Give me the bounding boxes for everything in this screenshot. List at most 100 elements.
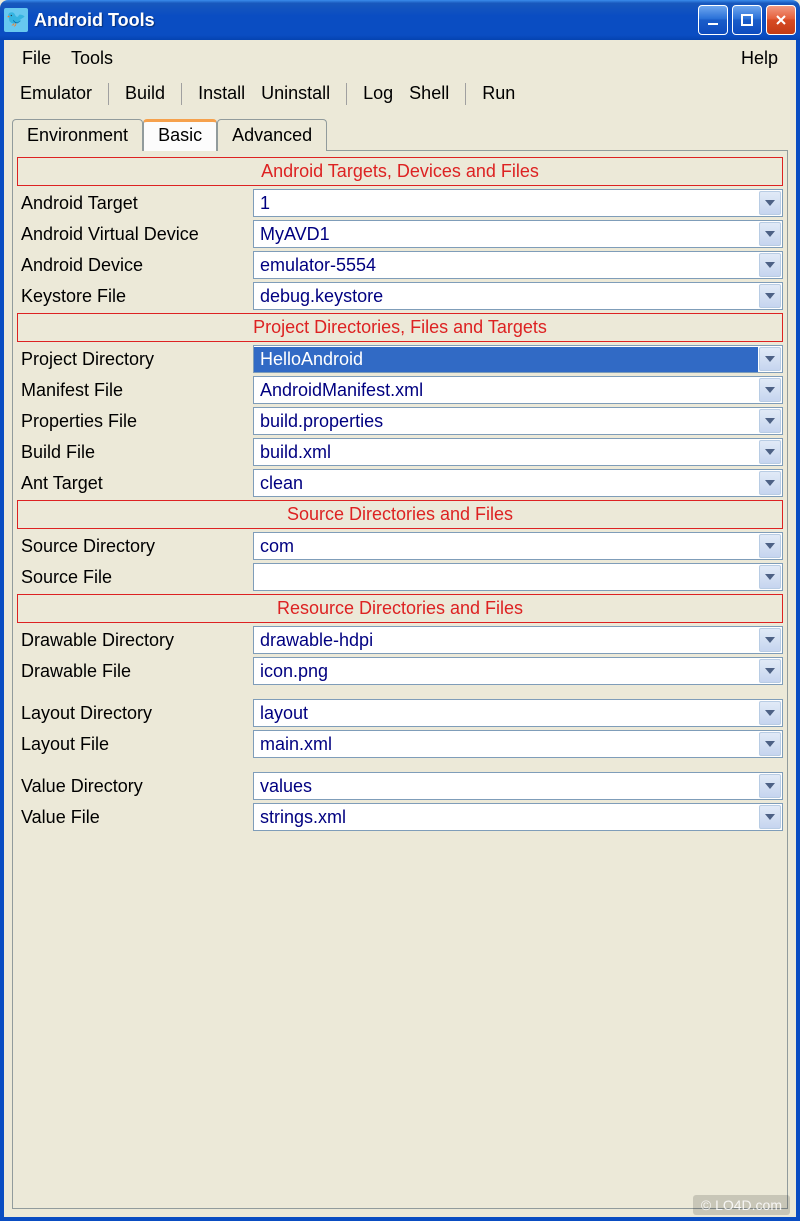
combobox[interactable]: HelloAndroid (253, 345, 783, 373)
combobox-value: emulator-5554 (254, 253, 758, 278)
field-label: Drawable Directory (17, 630, 253, 651)
separator (108, 83, 109, 105)
chevron-down-icon[interactable] (759, 565, 781, 589)
form-row: Value Filestrings.xml (17, 803, 783, 831)
chevron-down-icon[interactable] (759, 659, 781, 683)
combobox-value: AndroidManifest.xml (254, 378, 758, 403)
field-label: Value Directory (17, 776, 253, 797)
form-row: Build Filebuild.xml (17, 438, 783, 466)
form-row: Drawable Fileicon.png (17, 657, 783, 685)
combobox[interactable]: clean (253, 469, 783, 497)
form-row: Properties Filebuild.properties (17, 407, 783, 435)
tab-environment[interactable]: Environment (12, 119, 143, 151)
toolbar: Emulator Build Install Uninstall Log She… (4, 75, 796, 112)
field-label: Properties File (17, 411, 253, 432)
toolbar-uninstall[interactable]: Uninstall (255, 81, 336, 106)
toolbar-install[interactable]: Install (192, 81, 251, 106)
combobox[interactable]: strings.xml (253, 803, 783, 831)
combobox-value: main.xml (254, 732, 758, 757)
toolbar-emulator[interactable]: Emulator (14, 81, 98, 106)
menubar: File Tools Help (4, 40, 796, 75)
chevron-down-icon[interactable] (759, 774, 781, 798)
field-label: Android Device (17, 255, 253, 276)
separator (465, 83, 466, 105)
minimize-button[interactable] (698, 5, 728, 35)
chevron-down-icon[interactable] (759, 732, 781, 756)
tab-basic[interactable]: Basic (143, 119, 217, 151)
combobox-value: com (254, 534, 758, 559)
field-label: Layout Directory (17, 703, 253, 724)
field-label: Value File (17, 807, 253, 828)
section-header: Android Targets, Devices and Files (17, 157, 783, 186)
combobox-value: debug.keystore (254, 284, 758, 309)
tab-advanced[interactable]: Advanced (217, 119, 327, 151)
combobox-value: values (254, 774, 758, 799)
section-header: Resource Directories and Files (17, 594, 783, 623)
form-row: Manifest FileAndroidManifest.xml (17, 376, 783, 404)
field-label: Ant Target (17, 473, 253, 494)
combobox[interactable]: build.properties (253, 407, 783, 435)
combobox-value: 1 (254, 191, 758, 216)
field-label: Source File (17, 567, 253, 588)
form-row: Drawable Directorydrawable-hdpi (17, 626, 783, 654)
chevron-down-icon[interactable] (759, 471, 781, 495)
section-header: Project Directories, Files and Targets (17, 313, 783, 342)
combobox[interactable]: icon.png (253, 657, 783, 685)
combobox[interactable]: 1 (253, 189, 783, 217)
combobox[interactable]: layout (253, 699, 783, 727)
combobox[interactable]: debug.keystore (253, 282, 783, 310)
menu-help[interactable]: Help (731, 46, 788, 71)
combobox[interactable]: emulator-5554 (253, 251, 783, 279)
toolbar-build[interactable]: Build (119, 81, 171, 106)
combobox[interactable]: build.xml (253, 438, 783, 466)
chevron-down-icon[interactable] (759, 805, 781, 829)
maximize-button[interactable] (732, 5, 762, 35)
field-label: Android Target (17, 193, 253, 214)
form-row: Ant Targetclean (17, 469, 783, 497)
combobox[interactable]: main.xml (253, 730, 783, 758)
form-row: Project DirectoryHelloAndroid (17, 345, 783, 373)
form-row: Source File (17, 563, 783, 591)
toolbar-shell[interactable]: Shell (403, 81, 455, 106)
toolbar-run[interactable]: Run (476, 81, 521, 106)
chevron-down-icon[interactable] (759, 628, 781, 652)
combobox-value: build.xml (254, 440, 758, 465)
chevron-down-icon[interactable] (759, 534, 781, 558)
combobox-value: clean (254, 471, 758, 496)
combobox-value: MyAVD1 (254, 222, 758, 247)
separator (346, 83, 347, 105)
chevron-down-icon[interactable] (759, 253, 781, 277)
menu-file[interactable]: File (12, 46, 61, 71)
close-button[interactable] (766, 5, 796, 35)
combobox-value: build.properties (254, 409, 758, 434)
combobox-value: icon.png (254, 659, 758, 684)
toolbar-log[interactable]: Log (357, 81, 399, 106)
field-label: Drawable File (17, 661, 253, 682)
combobox[interactable]: com (253, 532, 783, 560)
chevron-down-icon[interactable] (759, 440, 781, 464)
chevron-down-icon[interactable] (759, 284, 781, 308)
menu-tools[interactable]: Tools (61, 46, 123, 71)
combobox[interactable]: MyAVD1 (253, 220, 783, 248)
form-row: Value Directoryvalues (17, 772, 783, 800)
chevron-down-icon[interactable] (759, 701, 781, 725)
field-label: Layout File (17, 734, 253, 755)
combobox-value: drawable-hdpi (254, 628, 758, 653)
chevron-down-icon[interactable] (759, 222, 781, 246)
combobox-value: layout (254, 701, 758, 726)
combobox[interactable]: values (253, 772, 783, 800)
separator (181, 83, 182, 105)
chevron-down-icon[interactable] (759, 378, 781, 402)
combobox-value (254, 575, 758, 579)
chevron-down-icon[interactable] (759, 409, 781, 433)
field-label: Build File (17, 442, 253, 463)
tabbar: Environment Basic Advanced (4, 113, 796, 151)
combobox[interactable]: drawable-hdpi (253, 626, 783, 654)
chevron-down-icon[interactable] (759, 191, 781, 215)
chevron-down-icon[interactable] (759, 347, 781, 371)
form-row: Layout Filemain.xml (17, 730, 783, 758)
combobox[interactable] (253, 563, 783, 591)
combobox[interactable]: AndroidManifest.xml (253, 376, 783, 404)
form-row: Android Target1 (17, 189, 783, 217)
window-title: Android Tools (34, 10, 698, 31)
